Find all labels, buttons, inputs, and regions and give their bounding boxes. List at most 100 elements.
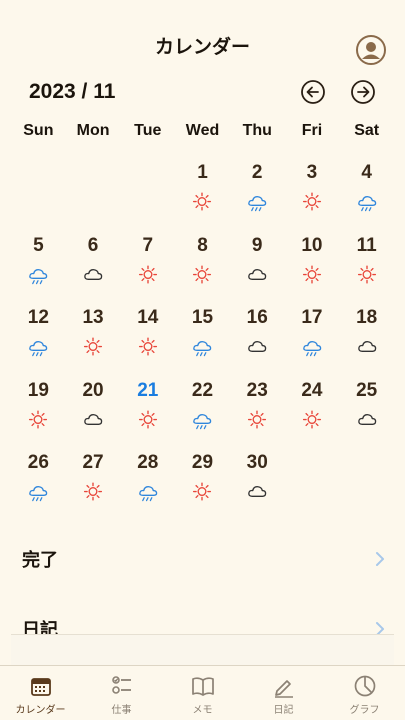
day-cell[interactable]: 23: [230, 378, 285, 451]
day-cell[interactable]: 19: [11, 378, 66, 451]
day-number: 13: [82, 307, 104, 328]
sun-icon: [302, 409, 321, 429]
sun-icon: [357, 264, 376, 284]
day-cell[interactable]: 6: [66, 233, 121, 306]
cloud-icon: [248, 268, 267, 280]
day-cell[interactable]: 21: [120, 378, 175, 451]
day-number: 11: [356, 234, 377, 256]
day-cell[interactable]: 8: [175, 233, 230, 306]
day-number: 17: [301, 307, 323, 328]
cloud-icon: [84, 413, 103, 425]
tab-memo[interactable]: メモ: [162, 666, 243, 720]
sun-icon: [302, 264, 321, 284]
day-cell[interactable]: 20: [66, 378, 121, 451]
day-number: 16: [246, 307, 268, 328]
day-number: 2: [251, 162, 263, 183]
weekday-label: Tue: [134, 122, 162, 139]
diary-preview-card: [11, 634, 394, 666]
day-cell[interactable]: 5: [11, 233, 66, 306]
day-number: 15: [191, 307, 214, 328]
day-cell[interactable]: 29: [175, 450, 230, 523]
rain-icon: [248, 196, 267, 212]
tab-work[interactable]: 仕事: [81, 666, 162, 720]
calendar-grid: 1 2 3 4 5 6 7 8 9 10 11 12 13 14 15 16 17 18 19 20 21 22 23 24 2…: [11, 160, 394, 523]
day-number: 28: [137, 452, 159, 473]
header: カレンダー: [0, 0, 405, 90]
day-number: 30: [246, 452, 268, 473]
day-cell[interactable]: 22: [175, 378, 230, 451]
done-section[interactable]: 完了: [0, 540, 405, 580]
tab-label: カレンダー: [15, 705, 66, 716]
day-cell[interactable]: 9: [230, 233, 285, 306]
tab-diary[interactable]: 日記: [243, 666, 324, 720]
arrow-right-icon: [351, 80, 375, 104]
day-number: 19: [27, 379, 49, 401]
tab-label: 日記: [273, 705, 294, 716]
empty-day-cell: [120, 160, 175, 233]
day-number: 12: [27, 307, 49, 328]
chevron-right-icon: [376, 552, 384, 566]
day-cell[interactable]: 30: [230, 450, 285, 523]
sun-icon: [84, 482, 103, 501]
day-number: 8: [197, 234, 208, 256]
day-number: 25: [356, 379, 378, 401]
month-navigator: 2023 / 11: [0, 78, 405, 108]
day-cell[interactable]: 28: [120, 450, 175, 523]
rain-icon: [29, 486, 48, 502]
sun-icon: [138, 337, 157, 356]
calendar-icon: [30, 678, 51, 696]
empty-day-cell: [66, 160, 121, 233]
pencil-icon: [274, 680, 293, 698]
day-cell[interactable]: 17: [285, 305, 340, 378]
day-number: 4: [361, 162, 372, 183]
cloud-icon: [248, 341, 267, 352]
prev-month-button[interactable]: [300, 79, 326, 105]
sun-icon: [193, 264, 212, 284]
cloud-icon: [248, 486, 267, 497]
day-cell[interactable]: 16: [230, 305, 285, 378]
month-label: 2023 / 11: [29, 80, 116, 103]
day-number: 5: [33, 234, 44, 256]
weekday-header: Sun Mon Tue Wed Thu Fri Sat: [11, 122, 394, 144]
sun-icon: [138, 409, 157, 429]
sun-icon: [138, 264, 157, 284]
day-number-today: 21: [137, 379, 159, 401]
book-icon: [191, 677, 214, 696]
weekday-label: Sat: [354, 122, 380, 139]
day-cell[interactable]: 24: [285, 378, 340, 451]
tab-graph[interactable]: グラフ: [324, 666, 405, 720]
day-cell[interactable]: 25: [339, 378, 394, 451]
day-cell[interactable]: 14: [120, 305, 175, 378]
day-cell[interactable]: 2: [230, 160, 285, 233]
day-cell[interactable]: 10: [285, 233, 340, 306]
tab-calendar[interactable]: カレンダー: [0, 666, 81, 720]
day-cell[interactable]: 7: [120, 233, 175, 306]
tab-label: 仕事: [111, 705, 132, 716]
day-cell[interactable]: 13: [66, 305, 121, 378]
day-number: 9: [251, 234, 263, 256]
day-number: 1: [197, 162, 208, 183]
day-number: 14: [137, 307, 159, 328]
next-month-button[interactable]: [350, 79, 376, 105]
sun-icon: [84, 337, 103, 356]
rain-icon: [193, 341, 212, 357]
day-number: 23: [246, 379, 268, 401]
day-cell[interactable]: 12: [11, 305, 66, 378]
day-cell[interactable]: 15: [175, 305, 230, 378]
day-cell[interactable]: 4: [339, 160, 394, 233]
arrow-left-icon: [301, 80, 325, 104]
day-cell[interactable]: 11: [339, 233, 394, 306]
day-number: 22: [191, 379, 214, 401]
day-number: 24: [301, 379, 323, 401]
day-cell[interactable]: 1: [175, 160, 230, 233]
checklist-icon: [111, 676, 131, 694]
sun-icon: [248, 409, 267, 429]
sun-icon: [193, 482, 212, 501]
day-cell[interactable]: 3: [285, 160, 340, 233]
cloud-icon: [357, 413, 376, 425]
day-cell[interactable]: 18: [339, 305, 394, 378]
rain-icon: [29, 341, 48, 357]
day-cell[interactable]: 26: [11, 450, 66, 523]
profile-button[interactable]: [355, 34, 387, 66]
day-cell[interactable]: 27: [66, 450, 121, 523]
